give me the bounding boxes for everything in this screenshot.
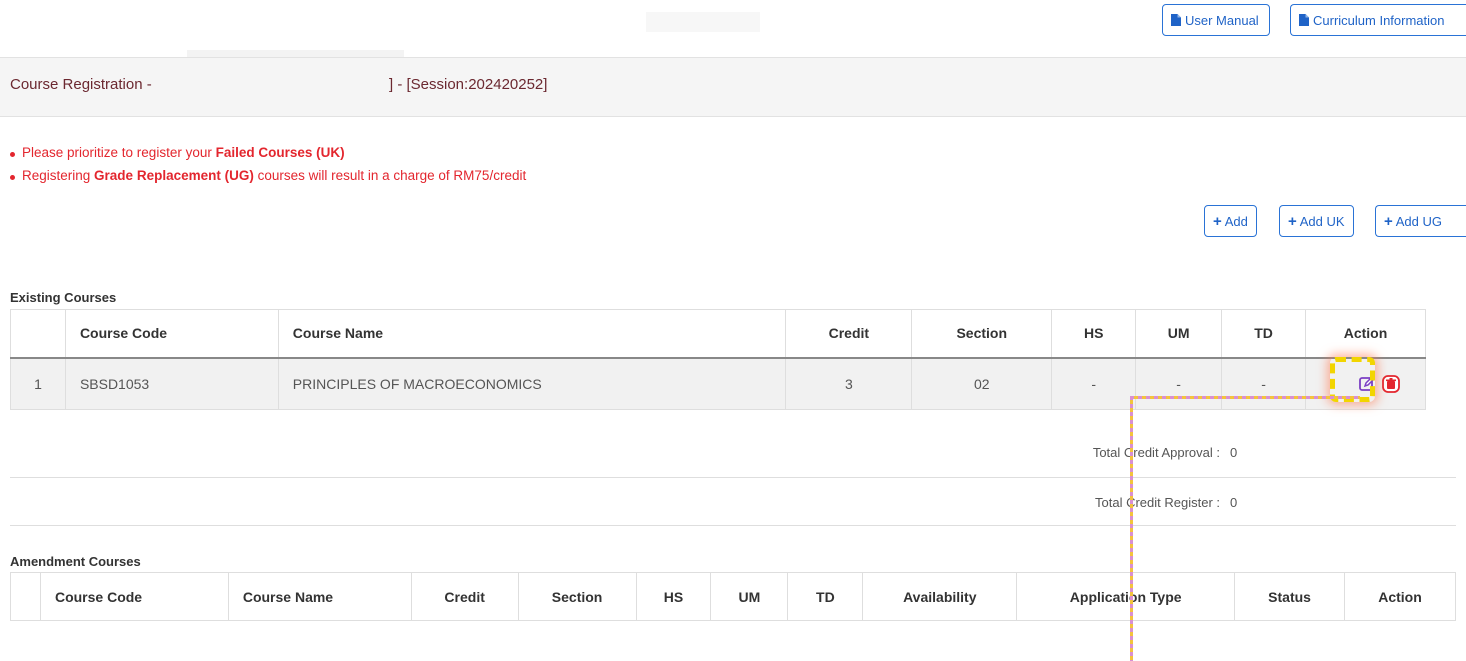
col-td: TD (787, 572, 864, 621)
col-availability: Availability (862, 572, 1018, 621)
session-label: ] - [Session:202420252] (389, 76, 548, 93)
total-register-row: Total Credit Register : 0 (10, 478, 1456, 526)
total-approval-label: Total Credit Approval : (1092, 445, 1220, 460)
plus-icon: + (1288, 212, 1297, 230)
table-row: 1 SBSD1053 PRINCIPLES OF MACROECONOMICS … (10, 357, 1427, 410)
col-hs: HS (635, 572, 712, 621)
col-action: Action (1344, 572, 1456, 621)
col-td: TD (1221, 309, 1306, 359)
amendment-courses-title: Amendment Courses (10, 554, 141, 569)
notice-failed-courses: Please prioritize to register your Faile… (10, 145, 345, 160)
col-credit: Credit (785, 309, 913, 359)
notice-grade-replacement: Registering Grade Replacement (UG) cours… (9, 168, 527, 183)
table-header-row: Course Code Course Name Credit Section H… (10, 309, 1427, 359)
col-um: UM (1135, 309, 1223, 359)
col-section: Section (911, 309, 1053, 359)
col-course-code: Course Code (39, 572, 229, 621)
td-cell: - (1221, 357, 1306, 410)
curriculum-information-label: Curriculum Information (1313, 12, 1445, 28)
existing-courses-table: Course Code Course Name Credit Section H… (10, 309, 1427, 410)
total-register-label: Total Credit Register : (1095, 495, 1220, 510)
guide-line-horizontal (1130, 396, 1360, 399)
add-button[interactable]: + Add (1204, 205, 1257, 237)
total-register-value: 0 (1230, 495, 1238, 510)
col-number (10, 309, 66, 359)
total-approval-value: 0 (1230, 445, 1238, 460)
existing-courses-title: Existing Courses (10, 290, 117, 305)
row-number: 1 (10, 357, 66, 410)
col-hs: HS (1051, 309, 1137, 359)
um-cell: - (1135, 357, 1223, 410)
curriculum-information-button[interactable]: Curriculum Information (1290, 4, 1466, 36)
col-section: Section (517, 572, 637, 621)
col-status: Status (1234, 572, 1346, 621)
add-ug-button[interactable]: + Add UG (1375, 205, 1466, 237)
table-header-row: Course Code Course Name Credit Section H… (10, 572, 1456, 621)
total-approval-row: Total Credit Approval : 0 (10, 430, 1456, 478)
col-course-name: Course Name (227, 572, 412, 621)
amendment-courses-table: Course Code Course Name Credit Section H… (10, 572, 1456, 621)
page-header (0, 57, 1466, 117)
col-action: Action (1304, 309, 1427, 359)
page-title: Course Registration - (10, 76, 152, 93)
trash-icon[interactable] (1382, 374, 1401, 393)
file-icon (1171, 14, 1181, 26)
plus-icon: + (1213, 212, 1222, 230)
col-application-type: Application Type (1016, 572, 1236, 621)
top-blank-area (646, 12, 760, 32)
col-um: UM (710, 572, 789, 621)
col-course-code: Course Code (64, 309, 279, 359)
user-manual-button[interactable]: User Manual (1162, 4, 1270, 36)
credit-cell: 3 (785, 357, 913, 410)
plus-icon: + (1384, 212, 1393, 230)
file-icon (1299, 14, 1309, 26)
col-credit: Credit (410, 572, 519, 621)
guide-line-vertical (1130, 396, 1133, 661)
course-code-cell: SBSD1053 (64, 357, 279, 410)
user-manual-label: User Manual (1185, 12, 1259, 28)
hs-cell: - (1051, 357, 1137, 410)
col-course-name: Course Name (277, 309, 787, 359)
col-number (10, 572, 41, 621)
course-name-cell: PRINCIPLES OF MACROECONOMICS (277, 357, 787, 410)
add-uk-button[interactable]: + Add UK (1279, 205, 1354, 237)
section-cell: 02 (911, 357, 1053, 410)
